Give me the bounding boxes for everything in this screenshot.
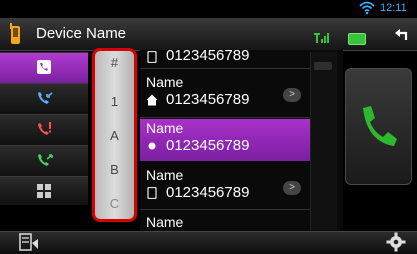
index-letter[interactable]: A <box>95 128 134 143</box>
index-letter[interactable]: # <box>95 55 134 70</box>
list-item[interactable]: Name 0123456789 > <box>140 73 310 113</box>
scrollbar-thumb[interactable] <box>314 62 332 70</box>
list-item-selected[interactable]: Name 0123456789 <box>140 119 310 161</box>
mobile-icon <box>147 187 157 199</box>
details-button[interactable]: > <box>283 88 301 102</box>
dial-pad-icon <box>37 184 51 198</box>
scrollbar[interactable] <box>310 52 337 230</box>
menu-icon[interactable] <box>18 233 40 251</box>
contact-number: 0123456789 <box>166 137 250 154</box>
contact-number: 0123456789 <box>166 91 250 108</box>
index-letter[interactable]: 1 <box>95 94 134 109</box>
gear-icon[interactable] <box>386 232 406 252</box>
call-button[interactable] <box>345 68 412 185</box>
list-item[interactable]: 0123456789 <box>140 47 310 66</box>
list-item[interactable]: Name 0123456789 > <box>140 166 310 206</box>
divider <box>140 209 310 210</box>
tab-preset-dial[interactable] <box>0 176 88 206</box>
call-icon <box>363 106 397 146</box>
back-button[interactable] <box>392 26 410 44</box>
phone-device-icon <box>10 23 20 44</box>
page-title: Device Name <box>36 25 127 42</box>
signal-icon <box>314 33 329 43</box>
battery-icon <box>348 33 366 45</box>
contact-name: Name <box>146 214 184 230</box>
missed-call-icon <box>38 122 51 135</box>
mobile-icon <box>147 51 157 63</box>
tab-outgoing-calls[interactable] <box>0 145 88 177</box>
contact-name: Name <box>146 167 184 183</box>
outgoing-call-icon <box>38 154 53 166</box>
index-letter[interactable]: B <box>95 162 134 177</box>
home-icon <box>146 94 158 106</box>
details-button[interactable]: > <box>283 181 301 195</box>
list-item[interactable]: Name <box>140 211 310 231</box>
alphabet-index[interactable]: # 1 A B C <box>92 48 137 222</box>
bottom-bar <box>0 231 417 254</box>
phonebook-icon <box>37 60 51 74</box>
wifi-icon <box>359 1 375 15</box>
contact-number: 0123456789 <box>166 47 250 64</box>
contact-number: 0123456789 <box>166 184 250 201</box>
index-letter[interactable]: C <box>95 196 134 211</box>
dot-icon <box>148 142 156 150</box>
divider <box>140 68 310 69</box>
divider <box>140 117 310 118</box>
contact-name: Name <box>146 120 184 136</box>
clock: 12:11 <box>380 2 407 14</box>
tab-incoming-calls[interactable] <box>0 83 88 115</box>
tab-phonebook[interactable] <box>0 52 88 84</box>
tab-missed-calls[interactable] <box>0 114 88 146</box>
incoming-call-icon <box>38 92 53 104</box>
status-bar <box>0 0 417 18</box>
contact-name: Name <box>146 74 184 90</box>
